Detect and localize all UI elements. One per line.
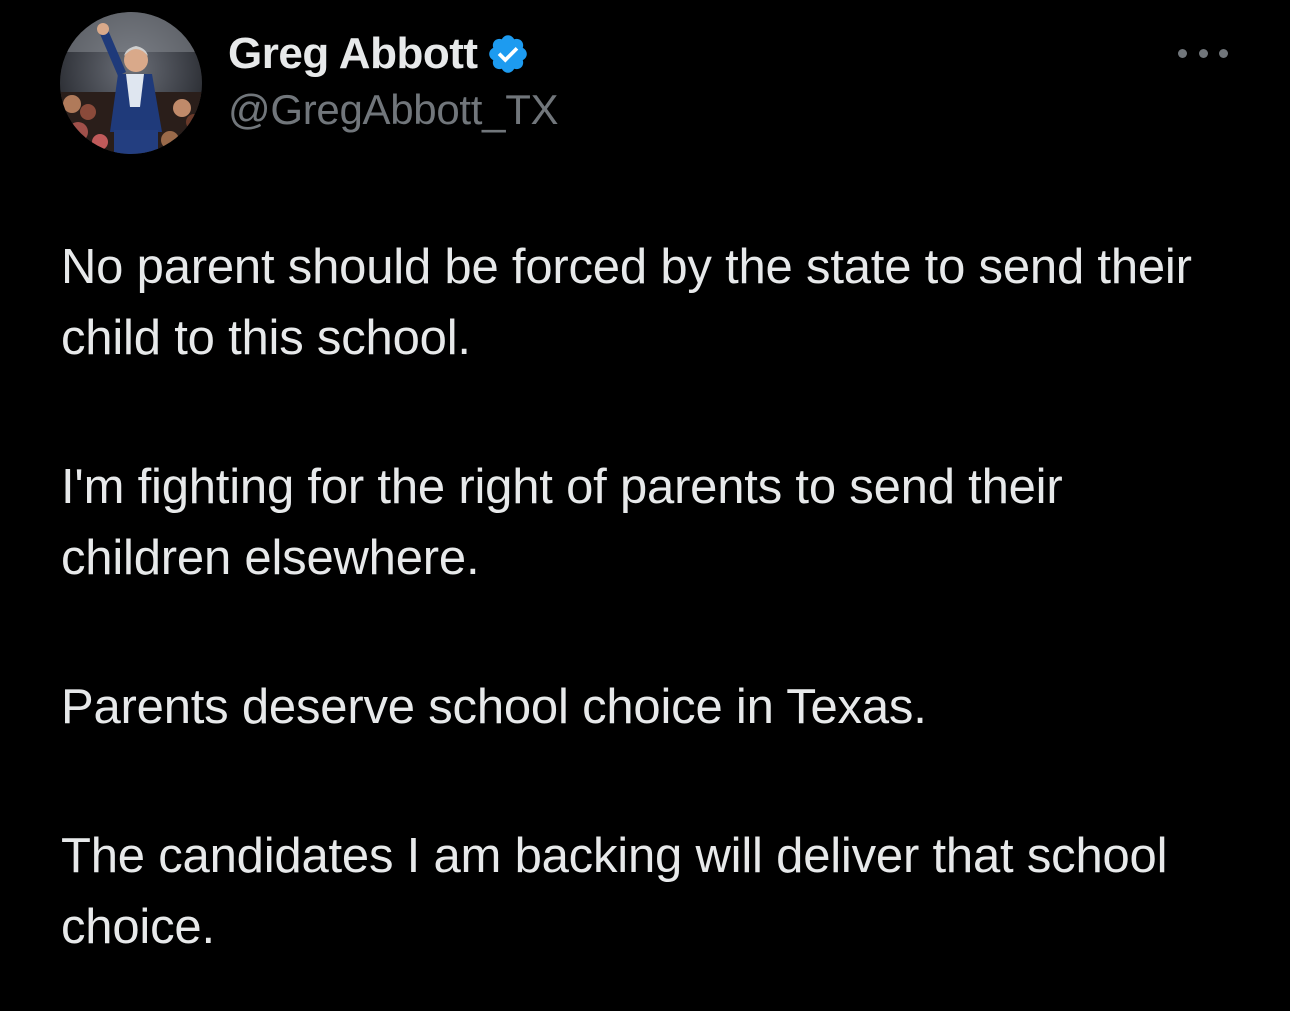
- tweet-paragraph: The candidates I am backing will deliver…: [61, 829, 1168, 954]
- tweet-text: No parent should be forced by the state …: [61, 232, 1241, 963]
- verified-badge-icon: [486, 32, 530, 76]
- tweet-paragraph: Parents deserve school choice in Texas.: [61, 680, 927, 734]
- more-dot: [1198, 48, 1208, 58]
- author-block: Greg Abbott @GregAbbott_TX: [228, 24, 559, 134]
- author-avatar[interactable]: [60, 12, 202, 154]
- tweet-paragraph: No parent should be forced by the state …: [61, 240, 1192, 365]
- tweet-card: Greg Abbott @GregAbbott_TX No parent sho…: [0, 0, 1290, 1011]
- more-dot: [1178, 48, 1187, 58]
- tweet-paragraph: I'm fighting for the right of parents to…: [61, 460, 1063, 585]
- more-options-icon[interactable]: [1178, 38, 1228, 68]
- more-dot: [1219, 48, 1228, 58]
- author-name-row: Greg Abbott: [228, 24, 558, 84]
- avatar-photo: [60, 12, 202, 154]
- author-handle[interactable]: @GregAbbott_TX: [228, 86, 559, 134]
- author-display-name[interactable]: Greg Abbott: [228, 29, 478, 79]
